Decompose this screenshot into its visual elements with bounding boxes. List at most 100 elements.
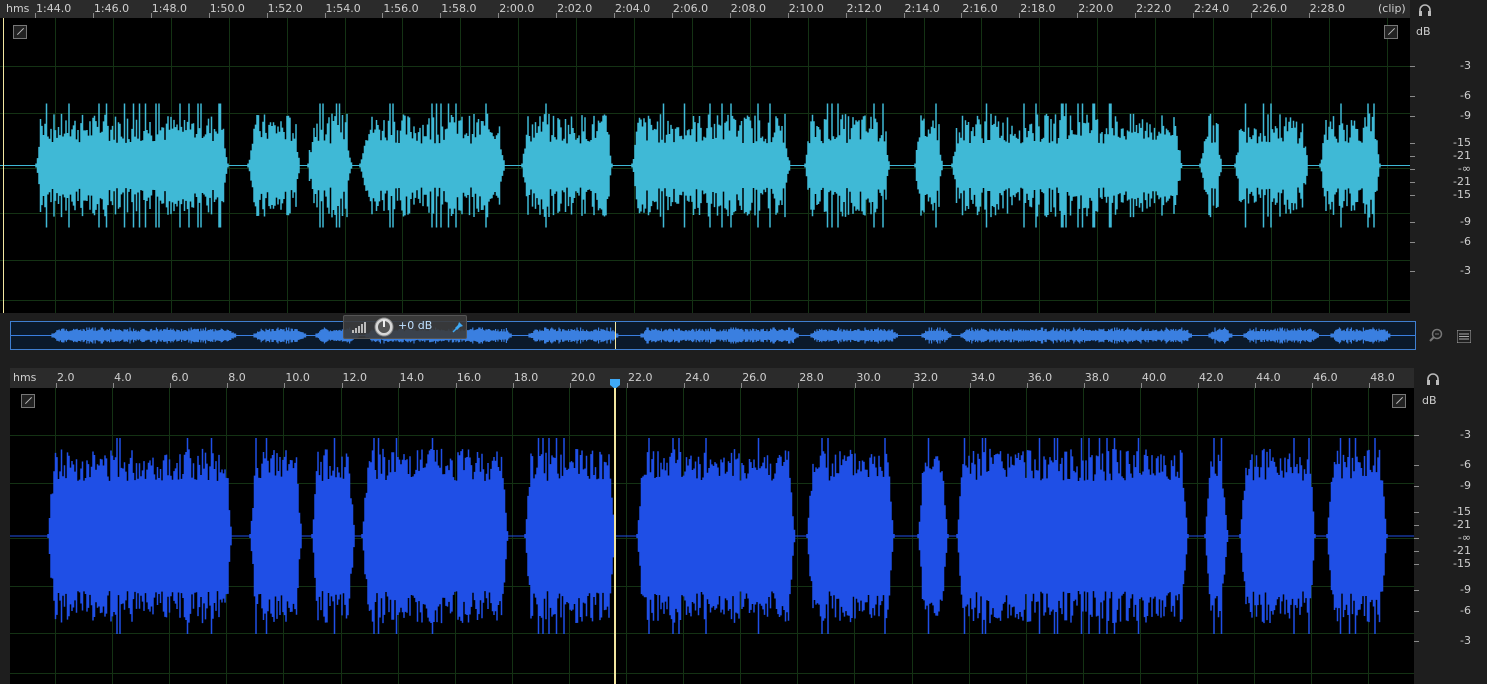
- top-tick-label: 2:14.0: [904, 2, 940, 15]
- bottom-db-mark: [1414, 486, 1419, 487]
- bottom-db-label: -21: [1453, 518, 1471, 531]
- bottom-db-label: -15: [1453, 557, 1471, 570]
- bottom-tick-label: 28.0: [799, 371, 824, 384]
- waveform-segment: [914, 103, 943, 228]
- waveform-segment: [253, 327, 307, 344]
- top-db-label: -9: [1460, 215, 1471, 228]
- top-tick-label: 2:22.0: [1136, 2, 1172, 15]
- top-tick-label: 2:06.0: [672, 2, 709, 15]
- top-waveform-panel[interactable]: [0, 18, 1410, 313]
- top-db-mark: [1410, 143, 1415, 144]
- top-tick-label: 1:44.0: [36, 2, 72, 15]
- top-tick-label: 1:54.0: [325, 2, 361, 15]
- waveform-segment: [956, 438, 1189, 634]
- bottom-tick-label: 16.0: [456, 371, 482, 384]
- top-db-label: -6: [1460, 235, 1471, 248]
- bottom-tick-label: 40.0: [1141, 371, 1167, 384]
- bottom-time-ruler[interactable]: hms 2.0 4.0 6.0 8.0 10.0 12.0 14.0 16.0 18.0 20.0…: [10, 368, 1414, 388]
- overview-navigator[interactable]: [10, 321, 1416, 350]
- top-db-mark: [1410, 169, 1415, 170]
- bottom-db-label: -15: [1453, 505, 1471, 518]
- bottom-tick-label: 46.0: [1313, 371, 1338, 384]
- waveform-segment: [35, 103, 229, 228]
- waveform-segment: [1199, 113, 1222, 218]
- waveform-segment: [806, 438, 895, 634]
- bottom-tick-label: 24.0: [685, 371, 710, 384]
- zoom-corner-left-icon[interactable]: [21, 394, 35, 408]
- bottom-waveform-panel[interactable]: [10, 388, 1414, 684]
- bottom-db-label: -3: [1460, 428, 1471, 441]
- overview-waveform: [11, 327, 1415, 344]
- waveform-segment: [810, 327, 898, 344]
- top-tick-label: 2:04.0: [615, 2, 651, 15]
- top-db-scale: dB -3 -6 -9 -15 -21 -∞ -21 -15 -9 -6 -3: [1410, 18, 1487, 313]
- bottom-db-mark: [1414, 641, 1419, 642]
- zoom-corner-right-icon[interactable]: [1384, 25, 1398, 39]
- bottom-tick-label: 22.0: [628, 371, 653, 384]
- bottom-waveform: [10, 438, 1414, 634]
- menu-icon[interactable]: [1456, 328, 1472, 347]
- pin-icon[interactable]: [452, 321, 464, 333]
- top-db-label: -15: [1453, 136, 1471, 149]
- zoom-icon[interactable]: [1428, 327, 1444, 347]
- top-db-label: -3: [1460, 59, 1471, 72]
- top-db-mark: [1410, 116, 1415, 117]
- zoom-corner-left-icon[interactable]: [13, 25, 27, 39]
- bottom-tick-label: 8.0: [228, 371, 246, 384]
- top-tick-label: 2:00.0: [499, 2, 535, 15]
- knob-icon[interactable]: [374, 317, 394, 337]
- top-tick-label: 1:50.0: [209, 2, 245, 15]
- top-db-label: -9: [1460, 109, 1471, 122]
- gain-hud[interactable]: +0 dB: [343, 315, 467, 339]
- bottom-tick-label: 34.0: [970, 371, 996, 384]
- top-tick-label: 2:02.0: [557, 2, 593, 15]
- top-tick-label: 2:24.0: [1194, 2, 1230, 15]
- waveform-segment: [1234, 103, 1308, 228]
- bottom-tick-label: 10.0: [285, 371, 310, 384]
- waveform-segment: [521, 103, 613, 228]
- bottom-tick-label: 26.0: [742, 371, 767, 384]
- bottom-tick-label: 4.0: [114, 371, 132, 384]
- bottom-tick-label: 20.0: [570, 371, 596, 384]
- waveform-segment: [524, 438, 616, 634]
- top-time-ruler[interactable]: hms 1:44.0 1:46.0 1:48.0 1:50.0 1:52.0 1:54.0…: [0, 0, 1410, 18]
- bottom-db-scale: dB -3 -6 -9 -15 -21 -∞ -21 -15 -9 -6 -3: [1414, 388, 1487, 684]
- top-tick-label: 1:56.0: [383, 2, 419, 15]
- waveform-segment: [528, 327, 619, 344]
- zoom-corner-right-icon[interactable]: [1392, 394, 1406, 408]
- bottom-tick-label: 42.0: [1199, 371, 1224, 384]
- top-db-unit: dB: [1416, 25, 1431, 38]
- top-ruler-end-label: (clip): [1378, 2, 1406, 15]
- top-playhead[interactable]: [3, 18, 4, 313]
- bottom-tick-label: 12.0: [342, 371, 368, 384]
- top-db-label: -6: [1460, 89, 1471, 102]
- top-db-mark: [1410, 242, 1415, 243]
- top-db-mark: [1410, 182, 1415, 183]
- bottom-tick-label: 2.0: [57, 371, 75, 384]
- waveform-segment: [359, 103, 505, 228]
- waveform-segment: [640, 327, 799, 344]
- waveform-segment: [1204, 438, 1229, 634]
- waveform-segment: [1243, 327, 1319, 344]
- waveform-segment: [247, 114, 300, 217]
- top-db-label: -21: [1453, 149, 1471, 162]
- bottom-db-mark: [1414, 590, 1419, 591]
- waveform-segment: [1326, 438, 1388, 634]
- waveform-segment: [47, 438, 232, 634]
- bottom-db-label: -∞: [1457, 531, 1471, 544]
- gain-value: +0 dB: [398, 319, 433, 332]
- bottom-tick-label: 36.0: [1027, 371, 1053, 384]
- bottom-db-mark: [1414, 564, 1419, 565]
- top-waveform: [0, 103, 1410, 228]
- bottom-db-label: -9: [1460, 479, 1471, 492]
- top-db-label: -3: [1460, 264, 1471, 277]
- bottom-playhead[interactable]: [614, 388, 616, 684]
- top-tick-label: 2:08.0: [730, 2, 766, 15]
- waveform-segment: [951, 103, 1183, 228]
- bottom-tick-label: 48.0: [1370, 371, 1395, 384]
- top-tick-label: 2:16.0: [962, 2, 998, 15]
- bottom-db-unit: dB: [1422, 394, 1437, 407]
- top-tick-label: 1:52.0: [267, 2, 303, 15]
- top-db-mark: [1410, 195, 1415, 196]
- top-tick-label: 2:10.0: [788, 2, 824, 15]
